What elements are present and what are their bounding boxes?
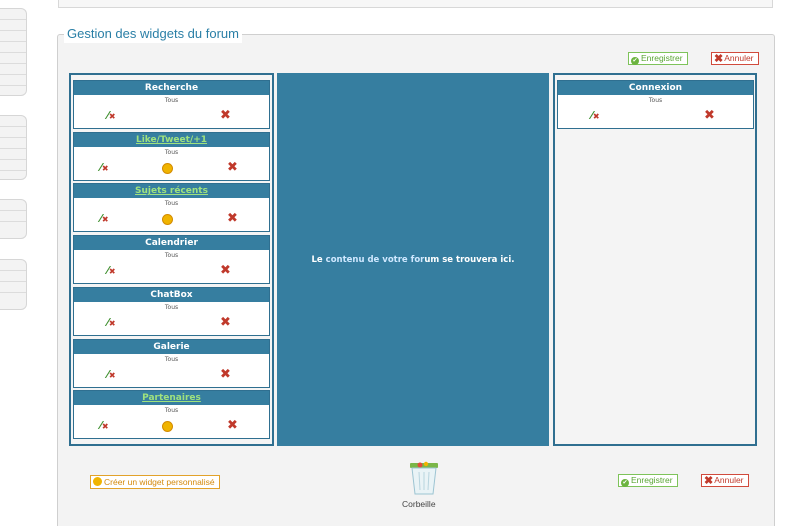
widget-title: Calendrier xyxy=(74,236,269,251)
widget-visibility: Tous xyxy=(164,252,179,260)
move-icon[interactable]: ⁄✖ xyxy=(107,109,116,124)
save-button-bottom[interactable]: ✔ Enregistrer xyxy=(618,474,678,487)
widget-title[interactable]: Like/Tweet/+1 xyxy=(74,132,269,147)
content-placeholder-text: Le contenu de votre forum se trouvera ic… xyxy=(311,254,515,265)
edit-gear-icon[interactable] xyxy=(162,214,173,226)
widget-visibility: Tous xyxy=(164,303,179,311)
forum-content-area: Le contenu de votre forum se trouvera ic… xyxy=(277,73,549,446)
side-panel-stub xyxy=(0,115,27,180)
save-button-top[interactable]: ✔ Enregistrer xyxy=(628,52,688,65)
widget-box[interactable]: Recherche Tous ⁄✖ ✖ xyxy=(73,80,270,129)
widget-box[interactable]: Partenaires Tous ⁄✖ ✖ xyxy=(73,390,270,440)
widget-box[interactable]: ChatBox Tous ⁄✖ ✖ xyxy=(73,286,270,336)
trash-label: Corbeille xyxy=(402,499,436,509)
check-icon: ✔ xyxy=(631,57,639,65)
delete-icon[interactable]: ✖ xyxy=(220,367,231,382)
widget-visibility: Tous xyxy=(164,148,179,156)
widget-visibility: Tous xyxy=(164,97,179,104)
widget-visibility: Tous xyxy=(164,200,179,208)
cross-icon: ✖ xyxy=(704,475,714,487)
cross-icon: ✖ xyxy=(714,53,724,65)
check-icon: ✔ xyxy=(621,479,629,487)
top-frame xyxy=(58,0,773,8)
move-icon[interactable]: ⁄✖ xyxy=(100,212,109,227)
widget-title: Recherche xyxy=(74,81,269,95)
side-panel-stub xyxy=(0,259,27,310)
move-icon[interactable]: ⁄✖ xyxy=(107,264,116,279)
widget-title[interactable]: Sujets récents xyxy=(74,184,269,199)
move-icon[interactable]: ⁄✖ xyxy=(107,368,116,383)
panel-title: Gestion des widgets du forum xyxy=(64,25,242,43)
create-widget-button[interactable]: Créer un widget personnalisé xyxy=(90,475,220,489)
delete-icon[interactable]: ✖ xyxy=(220,315,231,330)
widget-title: ChatBox xyxy=(74,287,269,302)
widget-box[interactable]: Galerie Tous ⁄✖ ✖ xyxy=(73,338,270,388)
widget-visibility: Tous xyxy=(648,97,663,104)
delete-icon[interactable]: ✖ xyxy=(704,109,715,123)
widget-title: Connexion xyxy=(558,81,753,95)
delete-icon[interactable]: ✖ xyxy=(227,419,238,433)
widget-box[interactable]: Calendrier Tous ⁄✖ ✖ xyxy=(73,235,270,285)
trash-icon[interactable] xyxy=(407,460,441,496)
side-panel-stub xyxy=(0,8,27,96)
widget-title[interactable]: Partenaires xyxy=(74,391,269,406)
delete-icon[interactable]: ✖ xyxy=(227,160,238,175)
gear-icon xyxy=(93,477,102,486)
delete-icon[interactable]: ✖ xyxy=(227,212,238,226)
cancel-button-bottom[interactable]: ✖Annuler xyxy=(701,474,749,487)
cancel-button-top[interactable]: ✖Annuler xyxy=(711,52,759,65)
move-icon[interactable]: ⁄✖ xyxy=(100,419,109,434)
move-icon[interactable]: ⁄✖ xyxy=(591,109,600,124)
side-panel-stub xyxy=(0,199,27,239)
delete-icon[interactable]: ✖ xyxy=(220,264,231,278)
widget-box[interactable]: Like/Tweet/+1 Tous ⁄✖ ✖ xyxy=(73,131,270,181)
edit-gear-icon[interactable] xyxy=(162,421,173,433)
widget-box[interactable]: Connexion Tous ⁄✖ ✖ xyxy=(557,80,754,129)
edit-gear-icon[interactable] xyxy=(162,162,173,174)
move-icon[interactable]: ⁄✖ xyxy=(107,316,116,331)
widget-visibility: Tous xyxy=(164,407,179,415)
delete-icon[interactable]: ✖ xyxy=(220,109,231,123)
widget-box[interactable]: Sujets récents Tous ⁄✖ ✖ xyxy=(73,183,270,233)
widget-visibility: Tous xyxy=(164,355,179,363)
widget-title: Galerie xyxy=(74,339,269,354)
move-icon[interactable]: ⁄✖ xyxy=(100,161,109,176)
